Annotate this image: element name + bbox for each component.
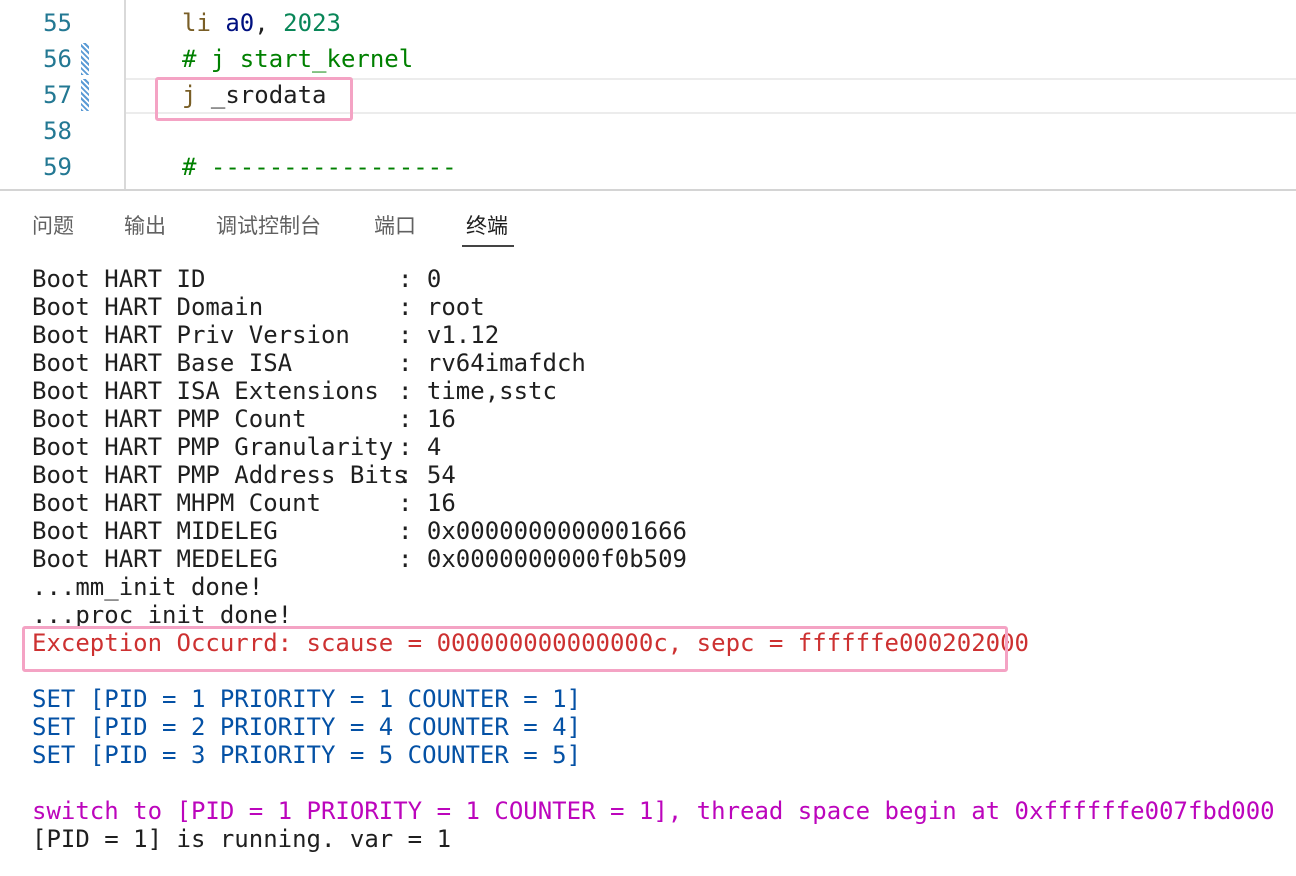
boot-info-value: : rv64imafdch (398, 349, 586, 377)
set-priority-line: SET [PID = 1 PRIORITY = 1 COUNTER = 1] (32, 685, 582, 713)
boot-info-value: : v1.12 (398, 321, 500, 349)
boot-info-value: : 16 (398, 405, 456, 433)
running-line: [PID = 1] is running. var = 1 (32, 825, 452, 853)
mm-init-line: ...mm_init done! (32, 573, 264, 601)
terminal-line: Boot HART Base ISA : rv64imafdch (32, 349, 586, 377)
tab-problems[interactable]: 问题 (32, 211, 74, 241)
tab-terminal[interactable]: 终端 (466, 211, 508, 241)
boot-info-label: Boot HART ISA Extensions (32, 377, 379, 405)
line-number: 58 (43, 117, 72, 145)
boot-info-value: : 0 (398, 265, 442, 293)
boot-info-label: Boot HART ID (32, 265, 206, 293)
git-modified-marker[interactable] (81, 79, 89, 111)
boot-info-label: Boot HART Priv Version (32, 321, 350, 349)
boot-info-label: Boot HART MIDELEG (32, 517, 278, 545)
boot-info-label: Boot HART PMP Address Bits (32, 461, 408, 489)
code-instruction: li (182, 9, 211, 37)
boot-info-label: Boot HART Domain (32, 293, 264, 321)
set-priority-line: SET [PID = 3 PRIORITY = 5 COUNTER = 5] (32, 741, 582, 769)
terminal-line: Boot HART Domain : root (32, 293, 485, 321)
proc-init-line: ...proc_init done! (32, 601, 293, 629)
code-annotation-box (155, 77, 353, 121)
line-number: 59 (43, 153, 72, 181)
switch-line: switch to [PID = 1 PRIORITY = 1 COUNTER … (32, 797, 1275, 825)
line-number-gutter: 55 56 57 58 59 (0, 0, 124, 190)
git-modified-marker[interactable] (81, 43, 89, 75)
terminal-line: Boot HART PMP Count : 16 (32, 405, 456, 433)
boot-info-label: Boot HART MEDELEG (32, 545, 278, 573)
set-priority-line: SET [PID = 2 PRIORITY = 4 COUNTER = 4] (32, 713, 582, 741)
boot-info-label: Boot HART Base ISA (32, 349, 293, 377)
boot-info-value: : 4 (398, 433, 442, 461)
tab-output[interactable]: 输出 (124, 211, 166, 241)
terminal-line: Boot HART PMP Granularity: 4 (32, 433, 441, 461)
boot-info-value: : 54 (398, 461, 456, 489)
terminal-line: Boot HART MEDELEG : 0x0000000000f0b509 (32, 545, 687, 573)
active-tab-indicator (462, 245, 514, 247)
line-number: 56 (43, 45, 72, 73)
boot-info-label: Boot HART PMP Count (32, 405, 307, 433)
code-punct: , (254, 9, 284, 37)
terminal-line: Boot HART ISA Extensions : time,sstc (32, 377, 557, 405)
code-register: a0 (225, 9, 255, 37)
boot-info-label: Boot HART MHPM Count (32, 489, 321, 517)
line-number: 55 (43, 9, 72, 37)
panel-tab-bar: 问题 输出 调试控制台 端口 终端 (0, 191, 1296, 253)
terminal-line: Boot HART Priv Version : v1.12 (32, 321, 499, 349)
tab-ports[interactable]: 端口 (374, 211, 416, 241)
line-number: 57 (43, 81, 72, 109)
boot-info-value: : 16 (398, 489, 456, 517)
terminal-line: Boot HART ID : 0 (32, 265, 441, 293)
boot-info-value: : 0x0000000000f0b509 (398, 545, 687, 573)
code-line-59[interactable]: # ----------------- (182, 149, 457, 185)
terminal-line: Boot HART MHPM Count : 16 (32, 489, 456, 517)
code-line-55[interactable]: li a0, 2023 (182, 5, 341, 41)
boot-info-value: : 0x0000000000001666 (398, 517, 687, 545)
code-number: 2023 (283, 9, 341, 37)
terminal-line: Boot HART MIDELEG : 0x0000000000001666 (32, 517, 687, 545)
boot-info-value: : time,sstc (398, 377, 557, 405)
boot-info-value: : root (398, 293, 485, 321)
exception-annotation-box (22, 626, 1008, 672)
boot-info-label: Boot HART PMP Granularity (32, 433, 394, 461)
tab-debug-console[interactable]: 调试控制台 (216, 211, 321, 241)
code-line-56[interactable]: # j start_kernel (182, 41, 413, 77)
code-editor[interactable]: 55 56 57 58 59 li a0, 2023 # j start_ker… (0, 0, 1296, 190)
terminal-line: Boot HART PMP Address Bits: 54 (32, 461, 456, 489)
